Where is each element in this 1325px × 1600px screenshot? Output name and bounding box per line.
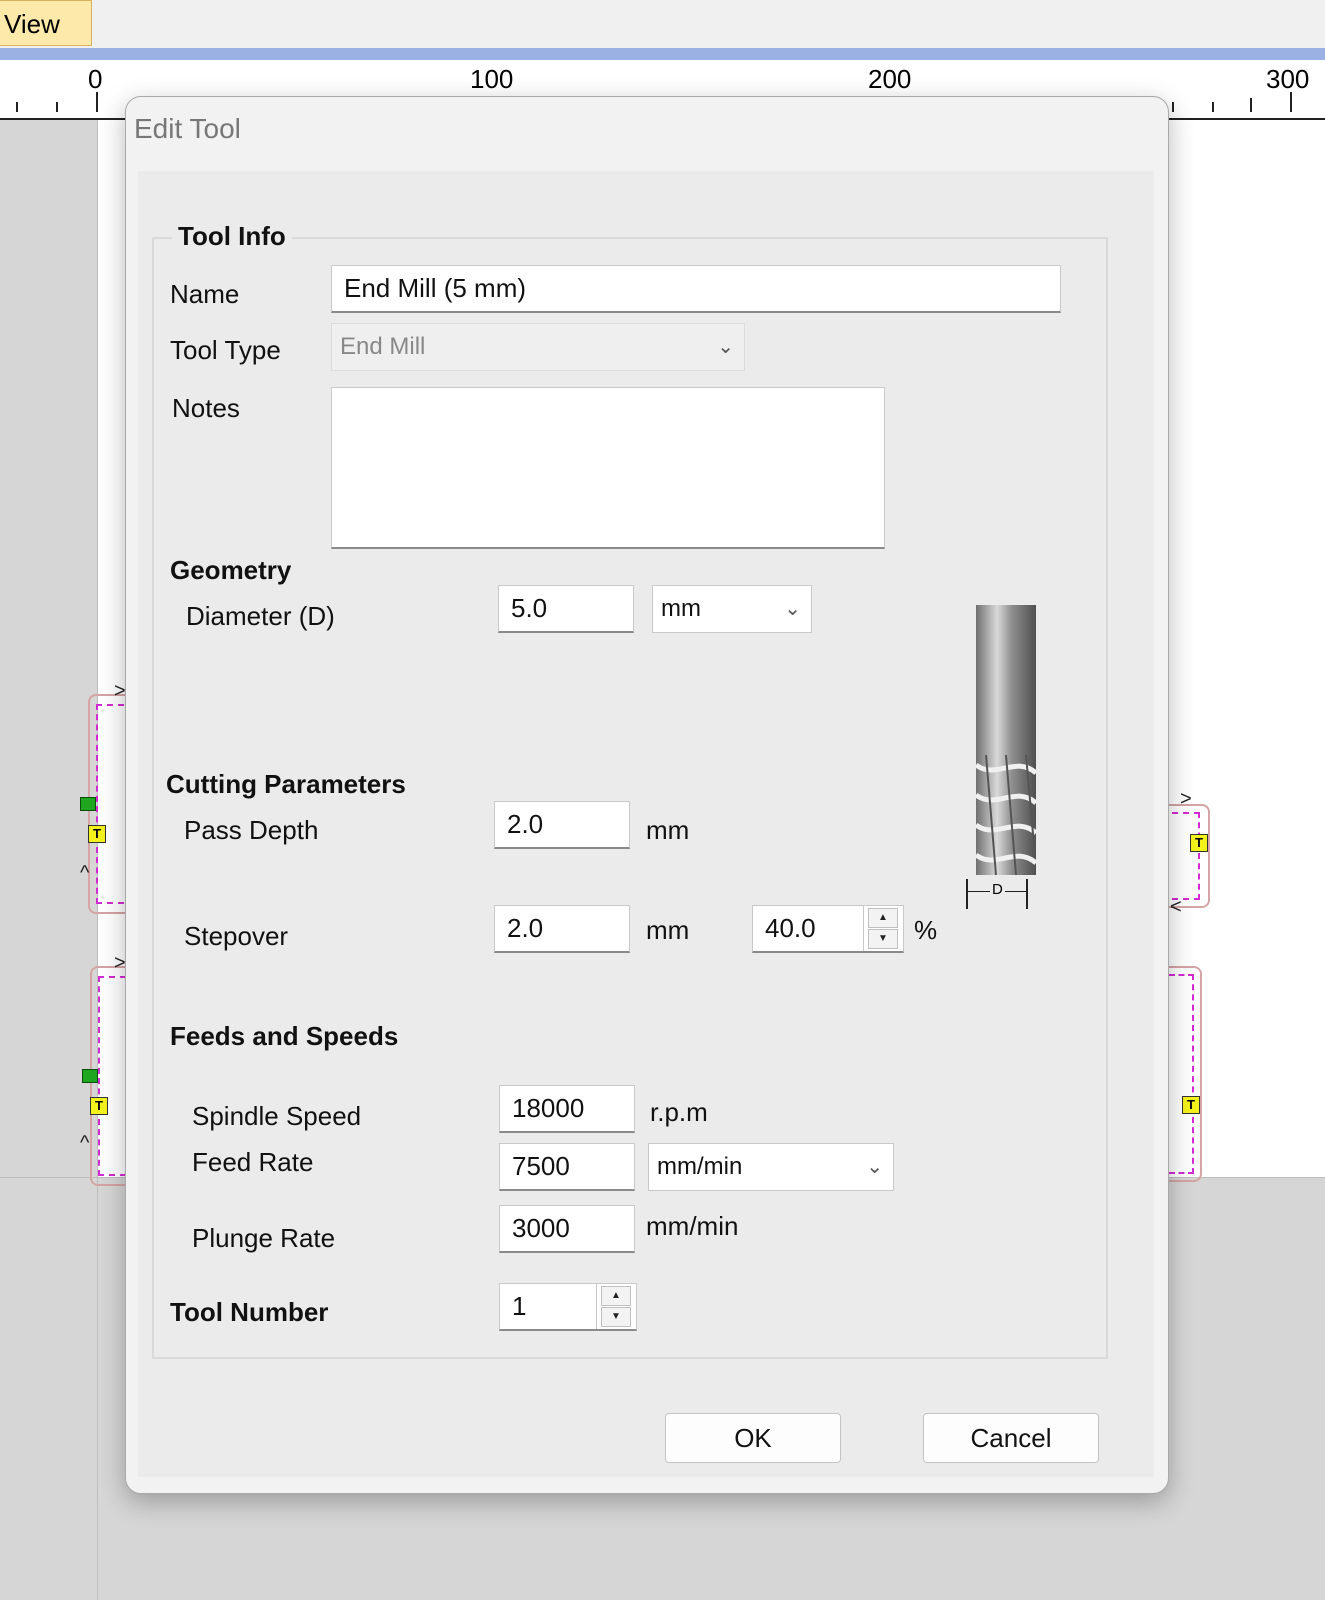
spinner: ▲ ▼ (596, 1284, 636, 1329)
ruler-tick (1172, 102, 1174, 112)
ruler-label-300: 300 (1266, 64, 1310, 94)
direction-arrow-icon: ^ (80, 1132, 90, 1154)
ruler-tick (1250, 98, 1252, 112)
spin-up-icon[interactable]: ▲ (601, 1286, 631, 1306)
toolbar-strip (0, 48, 1325, 60)
plunge-rate-label: Plunge Rate (192, 1223, 336, 1253)
diameter-unit-select[interactable]: mm ⌄ (652, 585, 812, 633)
tool-type-label: Tool Type (170, 335, 281, 365)
chevron-down-icon: ⌄ (717, 336, 734, 358)
ruler-tick (1290, 92, 1292, 112)
ruler-label-200: 200 (868, 64, 912, 94)
pass-depth-label: Pass Depth (184, 815, 319, 845)
tool-type-select: End Mill ⌄ (331, 323, 745, 371)
stepover-percent-value: 40.0 (765, 913, 816, 943)
diameter-label: Diameter (D) (186, 601, 335, 631)
direction-arrow-icon: < (1170, 896, 1182, 918)
spindle-speed-unit: r.p.m (650, 1097, 708, 1127)
pass-depth-input[interactable] (494, 801, 630, 849)
spindle-speed-input[interactable] (499, 1085, 635, 1133)
notes-textarea[interactable] (331, 387, 885, 549)
tab-marker[interactable]: T (88, 825, 106, 843)
start-point-marker[interactable] (82, 1069, 98, 1083)
plunge-rate-input[interactable] (499, 1205, 635, 1253)
shank-shape (976, 605, 1036, 755)
cancel-button[interactable]: Cancel (923, 1413, 1099, 1463)
dimension-tick (966, 879, 968, 909)
notes-label: Notes (172, 393, 240, 423)
ruler-tick (96, 92, 98, 112)
menu-tab-view[interactable]: View (0, 0, 92, 46)
diameter-unit-value: mm (661, 595, 701, 622)
direction-arrow-icon: ^ (80, 862, 90, 884)
chevron-down-icon: ⌄ (784, 598, 801, 620)
percent-symbol: % (914, 915, 938, 945)
dialog-body: Tool Info Name Tool Type End Mill ⌄ Note… (138, 171, 1154, 1477)
tab-marker[interactable]: T (1190, 834, 1208, 852)
dialog-title: Edit Tool (134, 113, 241, 144)
direction-arrow-icon: > (114, 952, 126, 974)
tab-marker[interactable]: T (90, 1097, 108, 1115)
tool-type-value: End Mill (340, 333, 426, 360)
start-point-marker[interactable] (80, 797, 96, 811)
direction-arrow-icon: > (114, 680, 126, 702)
geometry-header: Geometry (170, 555, 292, 585)
diameter-input[interactable] (498, 585, 634, 633)
end-mill-illustration (976, 605, 1036, 875)
name-label: Name (170, 279, 240, 309)
ruler-tick (1212, 102, 1214, 112)
edit-tool-dialog: Edit Tool Tool Info Name Tool Type End M… (125, 96, 1169, 1494)
ok-button[interactable]: OK (665, 1413, 841, 1463)
name-input[interactable] (331, 265, 1061, 313)
tab-marker[interactable]: T (1182, 1096, 1200, 1114)
stepover-label: Stepover (184, 921, 289, 951)
direction-arrow-icon: > (1180, 788, 1192, 810)
feed-rate-unit-select[interactable]: mm/min ⌄ (648, 1143, 894, 1191)
tool-info-header: Tool Info (172, 221, 292, 252)
feed-rate-input[interactable] (499, 1143, 635, 1191)
ruler-label-100: 100 (470, 64, 514, 94)
stepover-input[interactable] (494, 905, 630, 953)
diameter-dimension-icon: D (966, 879, 1028, 909)
dimension-tick (1026, 879, 1028, 909)
feed-rate-label: Feed Rate (192, 1147, 314, 1177)
spin-down-icon[interactable]: ▼ (868, 929, 898, 949)
ruler-label-0: 0 (88, 64, 103, 94)
tool-number-label: Tool Number (170, 1297, 329, 1327)
pass-depth-unit: mm (646, 815, 690, 845)
spinner: ▲ ▼ (863, 906, 903, 951)
cutting-parameters-header: Cutting Parameters (166, 769, 406, 799)
plunge-rate-unit: mm/min (646, 1211, 739, 1241)
chevron-down-icon: ⌄ (866, 1156, 883, 1178)
tool-number-stepper[interactable]: 1 ▲ ▼ (499, 1283, 637, 1331)
spin-up-icon[interactable]: ▲ (868, 908, 898, 928)
feeds-speeds-header: Feeds and Speeds (170, 1021, 399, 1051)
feed-rate-unit-value: mm/min (657, 1153, 743, 1180)
tool-number-value: 1 (512, 1291, 527, 1321)
top-menu-bar (0, 0, 1325, 48)
ruler-tick (56, 102, 58, 112)
ruler-tick (16, 102, 18, 112)
stepover-unit: mm (646, 915, 690, 945)
spin-down-icon[interactable]: ▼ (601, 1307, 631, 1327)
spindle-speed-label: Spindle Speed (192, 1101, 362, 1131)
stepover-percent-stepper[interactable]: 40.0 ▲ ▼ (752, 905, 904, 953)
diameter-symbol: D (990, 881, 1005, 898)
